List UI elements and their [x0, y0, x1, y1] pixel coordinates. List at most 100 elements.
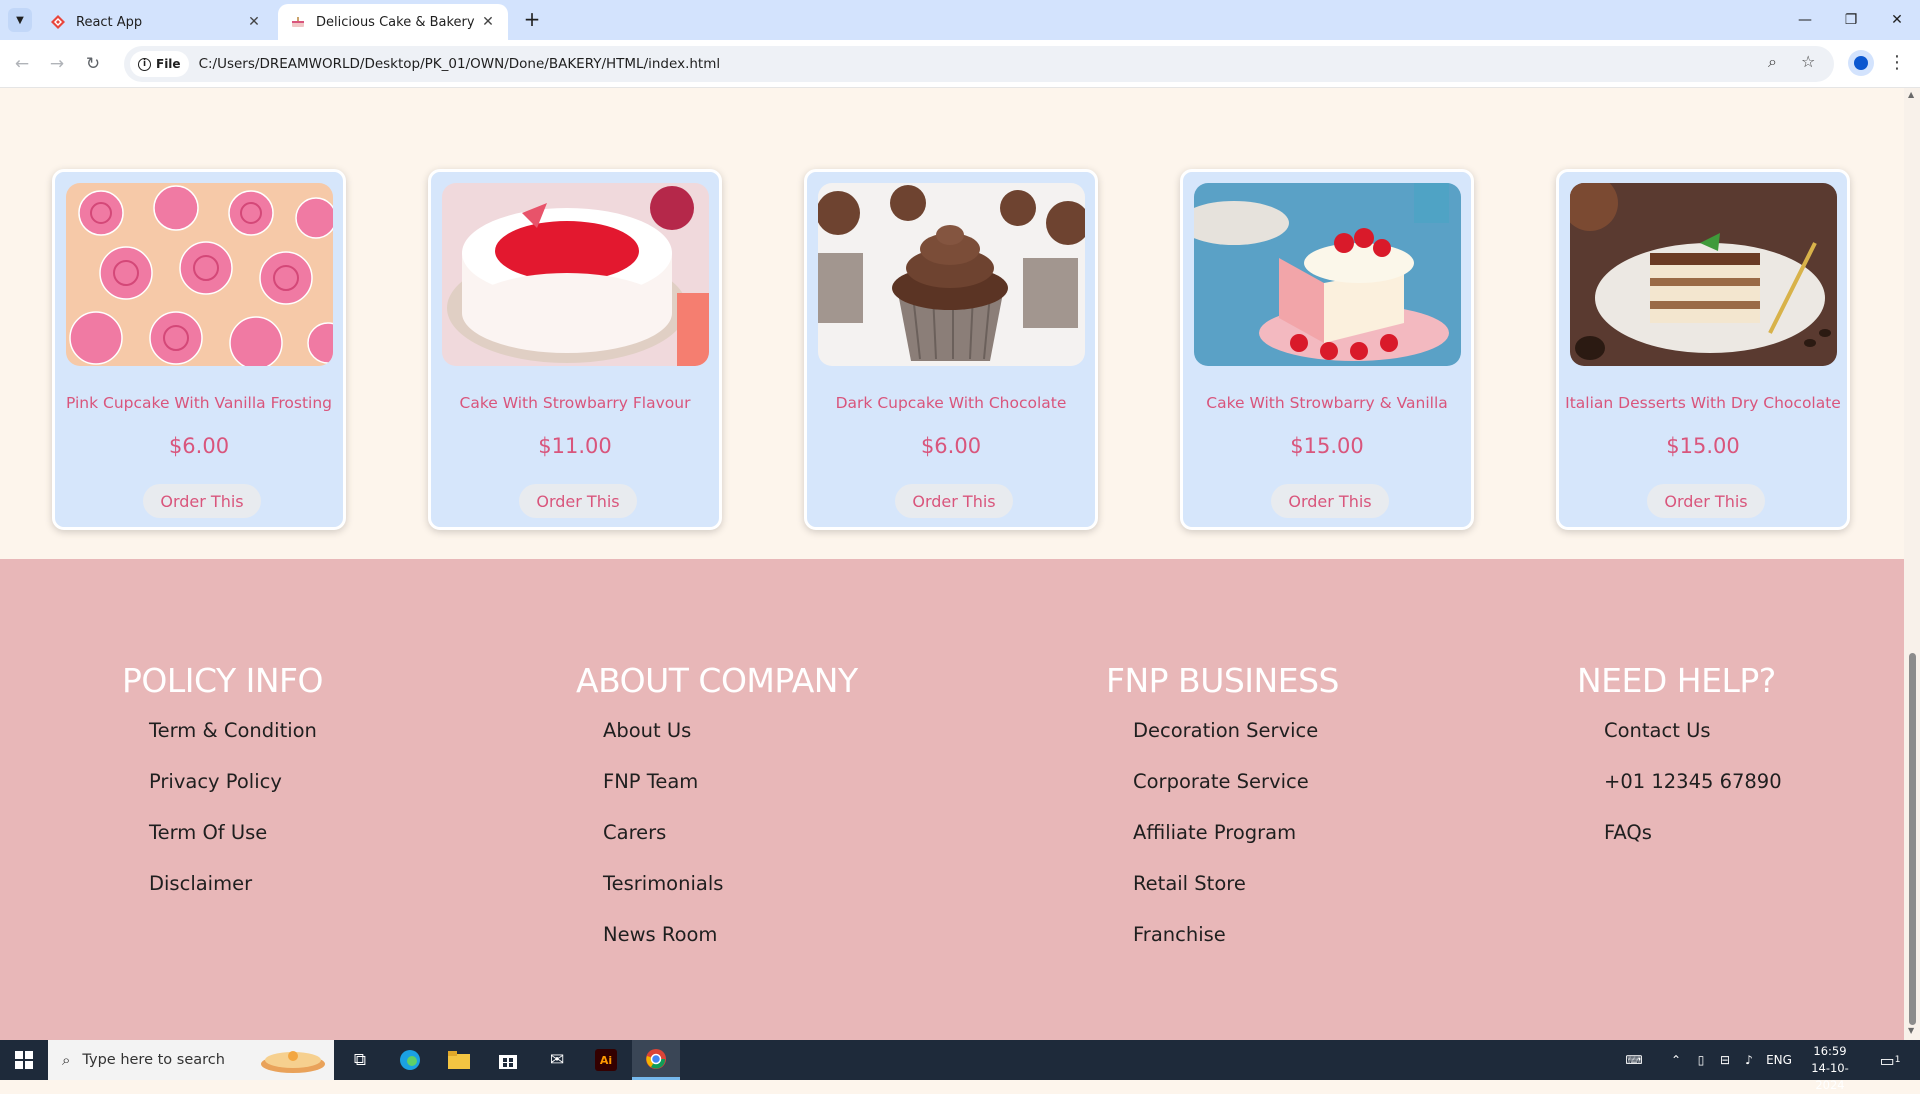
- page-viewport: Pink Cupcake With Vanilla Frosting $6.00…: [0, 88, 1904, 1040]
- footer-link[interactable]: Tesrimonials: [603, 872, 723, 923]
- windows-taskbar: ⌕ Type here to search ⧉ ✉ Ai ⌨ ⌃ ▯ ⊟ ♪ E…: [0, 1040, 1920, 1092]
- file-explorer-icon[interactable]: [435, 1040, 483, 1080]
- search-placeholder: Type here to search: [82, 1052, 225, 1068]
- order-button[interactable]: Order This: [895, 484, 1013, 518]
- tab-close-icon[interactable]: ✕: [480, 14, 496, 30]
- forward-arrow-icon[interactable]: →: [45, 52, 69, 76]
- zoom-icon[interactable]: ⌕: [1768, 52, 1777, 72]
- footer-link[interactable]: Disclaimer: [149, 872, 317, 923]
- windows-start-icon[interactable]: [0, 1040, 48, 1080]
- strawberry-cake-image: [442, 183, 709, 366]
- taskbar-clock[interactable]: 16:59 14-10-2024: [1800, 1043, 1860, 1094]
- new-tab-button[interactable]: +: [520, 8, 544, 32]
- footer-link[interactable]: Corporate Service: [1133, 770, 1318, 821]
- product-name: Cake With Strowbarry Flavour: [459, 394, 691, 412]
- footer-heading: FNP BUSINESS: [1106, 661, 1339, 700]
- edge-browser-icon[interactable]: [386, 1040, 434, 1080]
- mail-icon[interactable]: ✉: [533, 1040, 581, 1080]
- strawberry-vanilla-cake-image: [1194, 183, 1461, 366]
- scrollbar-thumb[interactable]: [1909, 653, 1916, 1025]
- product-card: Pink Cupcake With Vanilla Frosting $6.00…: [52, 169, 346, 530]
- profile-avatar-icon[interactable]: [1848, 50, 1874, 76]
- keyboard-icon[interactable]: ⌨: [1620, 1040, 1648, 1080]
- footer-link[interactable]: +01 12345 67890: [1604, 770, 1782, 821]
- product-name: Cake With Strowbarry & Vanilla: [1206, 394, 1448, 412]
- tab-close-icon[interactable]: ✕: [246, 14, 262, 30]
- footer-link[interactable]: FNP Team: [603, 770, 723, 821]
- language-indicator[interactable]: ENG: [1764, 1040, 1794, 1080]
- order-button[interactable]: Order This: [143, 484, 261, 518]
- browser-toolbar: ← → ↻ i File C:/Users/DREAMWORLD/Desktop…: [0, 40, 1920, 88]
- order-button[interactable]: Order This: [1271, 484, 1389, 518]
- footer-link[interactable]: Franchise: [1133, 923, 1318, 974]
- footer-link[interactable]: News Room: [603, 923, 723, 974]
- product-name: Dark Cupcake With Chocolate: [835, 394, 1067, 412]
- browser-tab-strip: ▼ React App ✕ Delicious Cake & Bakery ✕ …: [0, 0, 1920, 40]
- scroll-up-icon[interactable]: ▲: [1908, 90, 1914, 99]
- chrome-icon[interactable]: [632, 1040, 680, 1080]
- footer-link[interactable]: Carers: [603, 821, 723, 872]
- footer-link[interactable]: Decoration Service: [1133, 719, 1318, 770]
- notification-center-icon[interactable]: ▭ 1: [1872, 1040, 1908, 1080]
- react-favicon-icon: [51, 15, 65, 29]
- tab-delicious-cake[interactable]: Delicious Cake & Bakery ✕: [278, 4, 508, 40]
- show-hidden-icons-icon[interactable]: ⌃: [1664, 1040, 1688, 1080]
- volume-icon[interactable]: ♪: [1738, 1040, 1760, 1080]
- site-footer: POLICY INFO Term & Condition Privacy Pol…: [0, 559, 1904, 1040]
- url-text[interactable]: C:/Users/DREAMWORLD/Desktop/PK_01/OWN/Do…: [199, 56, 721, 72]
- browser-menu-icon[interactable]: ⋮: [1888, 52, 1906, 73]
- product-price: $6.00: [920, 434, 982, 458]
- search-highlight-icon: [261, 1051, 325, 1073]
- reload-icon[interactable]: ↻: [81, 52, 105, 76]
- tab-search-button[interactable]: ▼: [8, 8, 32, 32]
- footer-link[interactable]: FAQs: [1604, 821, 1782, 872]
- page-scrollbar[interactable]: ▲ ▼: [1904, 88, 1920, 1040]
- product-card: Dark Cupcake With Chocolate $6.00 Order …: [804, 169, 1098, 530]
- footer-link[interactable]: Privacy Policy: [149, 770, 317, 821]
- product-price: $6.00: [168, 434, 230, 458]
- site-info-label: File: [156, 57, 181, 71]
- device-icon[interactable]: ▯: [1690, 1040, 1712, 1080]
- product-name: Italian Desserts With Dry Chocolate: [1565, 394, 1841, 412]
- illustrator-icon[interactable]: Ai: [582, 1040, 630, 1080]
- notification-count: 1: [1894, 1055, 1901, 1065]
- footer-heading: POLICY INFO: [122, 661, 323, 700]
- order-button[interactable]: Order This: [519, 484, 637, 518]
- scroll-down-icon[interactable]: ▼: [1908, 1026, 1914, 1035]
- footer-heading: NEED HELP?: [1577, 661, 1776, 700]
- product-price: $11.00: [538, 434, 612, 458]
- product-price: $15.00: [1666, 434, 1740, 458]
- footer-link[interactable]: Affiliate Program: [1133, 821, 1318, 872]
- product-card: Italian Desserts With Dry Chocolate $15.…: [1556, 169, 1850, 530]
- close-window-icon[interactable]: ✕: [1874, 0, 1920, 40]
- order-button[interactable]: Order This: [1647, 484, 1765, 518]
- footer-link[interactable]: Contact Us: [1604, 719, 1782, 770]
- product-name: Pink Cupcake With Vanilla Frosting: [65, 394, 333, 412]
- task-view-icon[interactable]: ⧉: [336, 1040, 384, 1080]
- bookmark-star-icon[interactable]: ☆: [1801, 52, 1815, 71]
- pink-cupcakes-image: [66, 183, 333, 366]
- back-arrow-icon[interactable]: ←: [10, 52, 34, 76]
- tab-title: Delicious Cake & Bakery: [316, 14, 475, 30]
- taskbar-search-box[interactable]: ⌕ Type here to search: [48, 1040, 334, 1080]
- footer-link[interactable]: Term & Condition: [149, 719, 317, 770]
- clock-date: 14-10-2024: [1811, 1061, 1849, 1092]
- product-price: $15.00: [1290, 434, 1364, 458]
- restore-icon[interactable]: ❐: [1828, 0, 1874, 40]
- clock-time: 16:59: [1813, 1044, 1847, 1058]
- tab-react-app[interactable]: React App ✕: [38, 4, 274, 40]
- product-card: Cake With Strowbarry & Vanilla $15.00 Or…: [1180, 169, 1474, 530]
- network-icon[interactable]: ⊟: [1714, 1040, 1736, 1080]
- minimize-icon[interactable]: —: [1782, 0, 1828, 40]
- product-card: Cake With Strowbarry Flavour $11.00 Orde…: [428, 169, 722, 530]
- chocolate-cupcakes-image: [818, 183, 1085, 366]
- info-icon: i: [138, 57, 151, 71]
- site-info-chip[interactable]: i File: [130, 51, 189, 77]
- microsoft-store-icon[interactable]: [484, 1040, 532, 1080]
- footer-link[interactable]: About Us: [603, 719, 723, 770]
- footer-link[interactable]: Term Of Use: [149, 821, 317, 872]
- tiramisu-image: [1570, 183, 1837, 366]
- product-cards: Pink Cupcake With Vanilla Frosting $6.00…: [0, 169, 1904, 530]
- footer-link[interactable]: Retail Store: [1133, 872, 1318, 923]
- address-bar[interactable]: i File C:/Users/DREAMWORLD/Desktop/PK_01…: [124, 46, 1834, 82]
